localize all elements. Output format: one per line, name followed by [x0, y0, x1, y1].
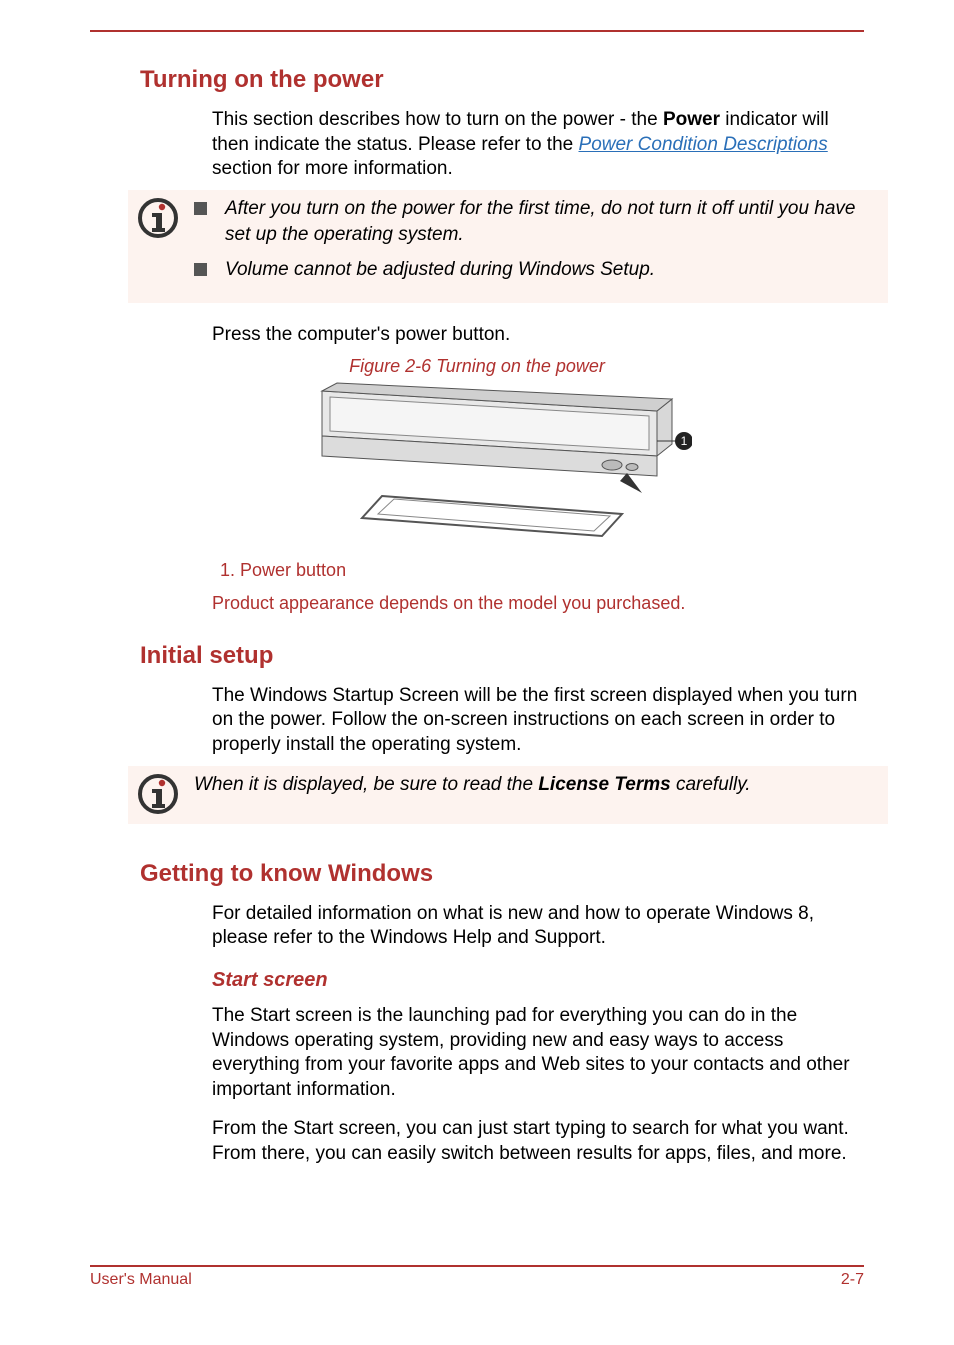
heading-turning-on-power: Turning on the power — [140, 66, 864, 94]
document-page: Turning on the power This section descri… — [0, 0, 954, 1345]
note-text-fragment: When it is displayed, be sure to read th… — [194, 774, 538, 795]
note-text: Volume cannot be adjusted during Windows… — [225, 257, 655, 283]
product-appearance-note: Product appearance depends on the model … — [212, 593, 864, 614]
power-bold: Power — [663, 109, 720, 130]
heading-getting-to-know-windows: Getting to know Windows — [140, 860, 864, 888]
power-condition-link[interactable]: Power Condition Descriptions — [579, 134, 828, 155]
footer-page-number: 2-7 — [841, 1271, 864, 1289]
note-content: After you turn on the power for the firs… — [194, 196, 882, 293]
note-content: When it is displayed, be sure to read th… — [194, 772, 882, 798]
info-icon — [134, 196, 182, 238]
note-text: After you turn on the power for the firs… — [225, 196, 882, 247]
figure-legend: 1. Power button — [220, 560, 864, 581]
note-item: Volume cannot be adjusted during Windows… — [194, 257, 882, 283]
note-box-power: After you turn on the power for the firs… — [128, 190, 888, 303]
text-fragment: section for more information. — [212, 158, 453, 179]
callout-number: 1 — [681, 434, 688, 448]
section3-para1: For detailed information on what is new … — [212, 902, 864, 951]
section1-intro: This section describes how to turn on th… — [212, 108, 864, 182]
start-screen-body: The Start screen is the launching pad fo… — [212, 1004, 864, 1166]
note-text-fragment: carefully. — [671, 774, 751, 795]
note-box-license: When it is displayed, be sure to read th… — [128, 766, 888, 824]
heading-start-screen: Start screen — [212, 969, 864, 992]
bullet-icon — [194, 263, 207, 276]
press-instruction: Press the computer's power button. — [212, 323, 864, 348]
license-terms-bold: License Terms — [538, 774, 670, 795]
bullet-icon — [194, 202, 207, 215]
note-item: After you turn on the power for the firs… — [194, 196, 882, 247]
section2-body: The Windows Startup Screen will be the f… — [212, 684, 864, 758]
press-text: Press the computer's power button. — [212, 323, 864, 348]
info-icon — [134, 772, 182, 814]
figure-2-6: 1 — [90, 381, 864, 546]
figure-caption: Figure 2-6 Turning on the power — [90, 356, 864, 377]
section3-para2: The Start screen is the launching pad fo… — [212, 1004, 864, 1103]
footer-divider — [90, 1265, 864, 1267]
footer-left: User's Manual — [90, 1271, 192, 1289]
page-footer: User's Manual 2-7 — [90, 1265, 864, 1289]
top-divider — [90, 30, 864, 32]
section2-para: The Windows Startup Screen will be the f… — [212, 684, 864, 758]
section1-body: This section describes how to turn on th… — [212, 108, 864, 182]
section3-body: For detailed information on what is new … — [212, 902, 864, 951]
heading-initial-setup: Initial setup — [140, 642, 864, 670]
footer-row: User's Manual 2-7 — [90, 1271, 864, 1289]
section3-para3: From the Start screen, you can just star… — [212, 1117, 864, 1166]
text-fragment: This section describes how to turn on th… — [212, 109, 663, 130]
